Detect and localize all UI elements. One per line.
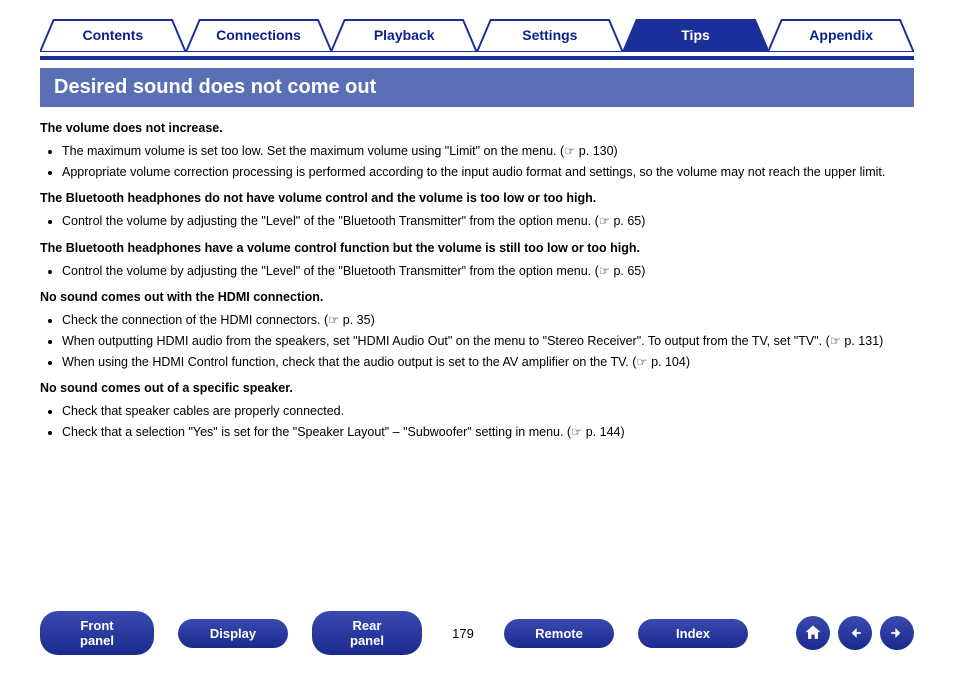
tab-label: Contents <box>83 27 144 43</box>
list-item: When outputting HDMI audio from the spea… <box>62 332 914 351</box>
nav-icons <box>796 616 914 650</box>
list-item: Control the volume by adjusting the "Lev… <box>62 262 914 281</box>
rear-panel-button[interactable]: Rear panel <box>312 611 422 655</box>
list-item: Appropriate volume correction processing… <box>62 163 914 182</box>
tab-underline <box>40 56 914 60</box>
top-tabs: Contents Connections Playback Settings T… <box>40 18 914 52</box>
section-list: Control the volume by adjusting the "Lev… <box>40 262 914 281</box>
arrow-left-icon[interactable] <box>838 616 872 650</box>
tab-tips[interactable]: Tips <box>623 18 769 52</box>
tab-label: Appendix <box>809 27 873 43</box>
tab-label: Playback <box>374 27 435 43</box>
page-title: Desired sound does not come out <box>40 68 914 107</box>
arrow-right-icon[interactable] <box>880 616 914 650</box>
index-button[interactable]: Index <box>638 619 748 648</box>
section-list: Control the volume by adjusting the "Lev… <box>40 212 914 231</box>
section-heading: The volume does not increase. <box>40 119 914 138</box>
remote-button[interactable]: Remote <box>504 619 614 648</box>
section-list: Check that speaker cables are properly c… <box>40 402 914 442</box>
list-item: Check that a selection "Yes" is set for … <box>62 423 914 442</box>
section-heading: The Bluetooth headphones have a volume c… <box>40 239 914 258</box>
list-item: Check that speaker cables are properly c… <box>62 402 914 421</box>
tab-contents[interactable]: Contents <box>40 18 186 52</box>
tab-label: Tips <box>681 27 710 43</box>
display-button[interactable]: Display <box>178 619 288 648</box>
page-number: 179 <box>446 626 480 641</box>
section-heading: No sound comes out with the HDMI connect… <box>40 288 914 307</box>
tab-settings[interactable]: Settings <box>477 18 623 52</box>
tab-label: Connections <box>216 27 301 43</box>
bottom-bar: Front panel Display Rear panel 179 Remot… <box>0 611 954 655</box>
list-item: Check the connection of the HDMI connect… <box>62 311 914 330</box>
front-panel-button[interactable]: Front panel <box>40 611 154 655</box>
section-heading: The Bluetooth headphones do not have vol… <box>40 189 914 208</box>
tab-connections[interactable]: Connections <box>186 18 332 52</box>
list-item: Control the volume by adjusting the "Lev… <box>62 212 914 231</box>
tab-label: Settings <box>522 27 577 43</box>
section-list: Check the connection of the HDMI connect… <box>40 311 914 371</box>
list-item: The maximum volume is set too low. Set t… <box>62 142 914 161</box>
tab-appendix[interactable]: Appendix <box>768 18 914 52</box>
content-body: The volume does not increase. The maximu… <box>40 119 914 442</box>
section-heading: No sound comes out of a specific speaker… <box>40 379 914 398</box>
section-list: The maximum volume is set too low. Set t… <box>40 142 914 182</box>
list-item: When using the HDMI Control function, ch… <box>62 353 914 372</box>
home-icon[interactable] <box>796 616 830 650</box>
tab-playback[interactable]: Playback <box>331 18 477 52</box>
